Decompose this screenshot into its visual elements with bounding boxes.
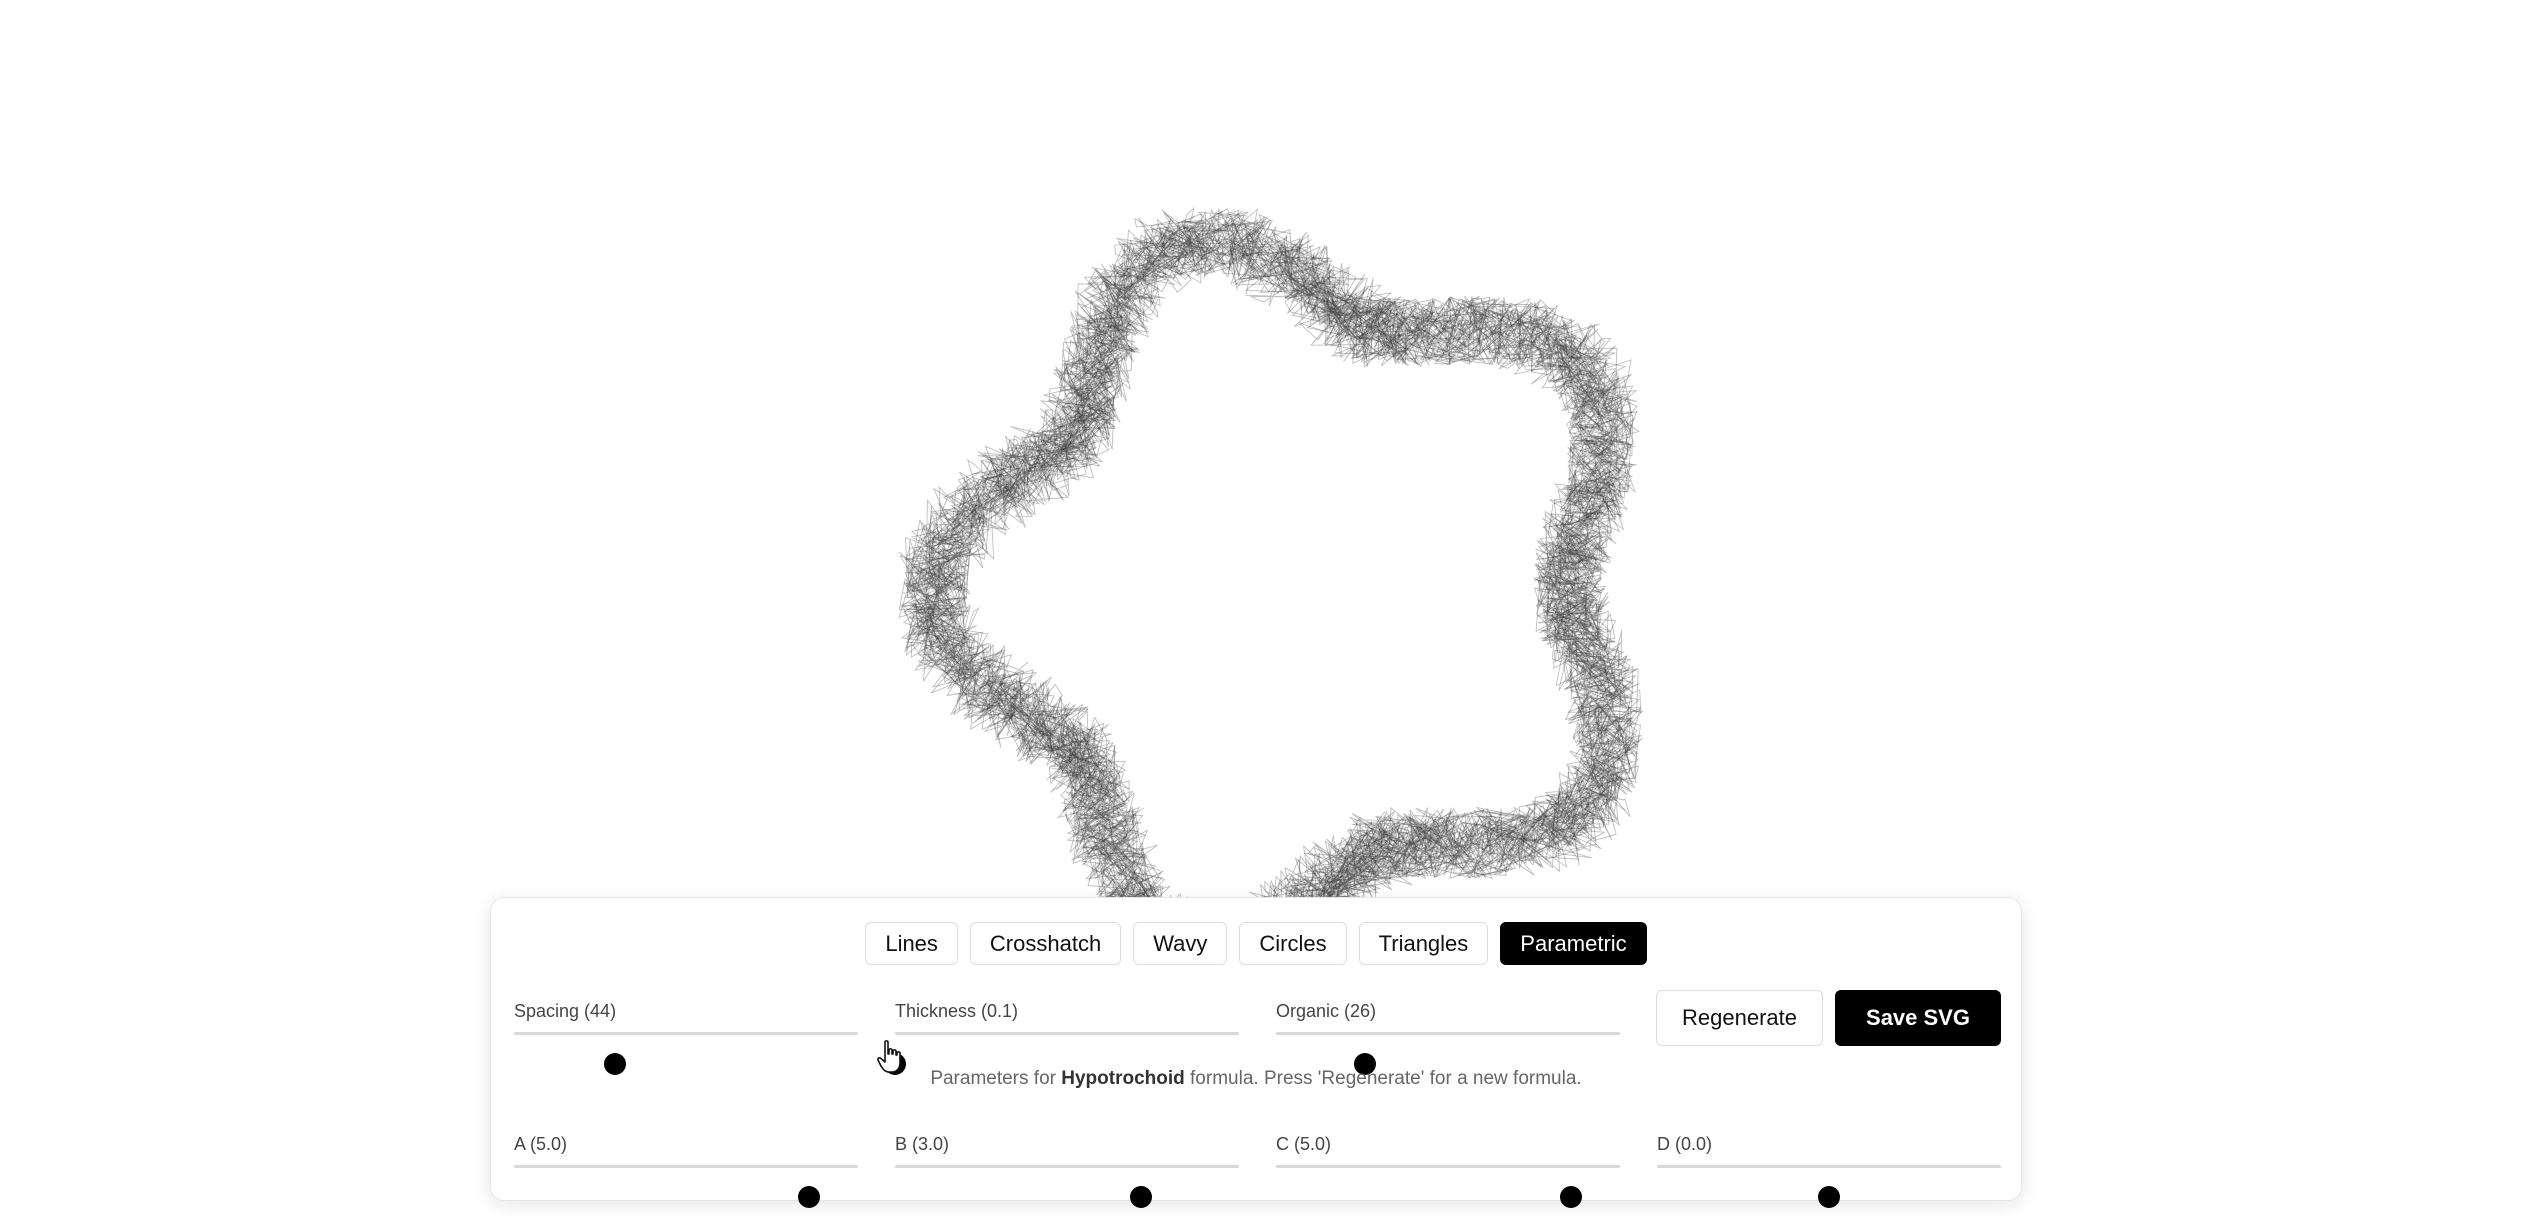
spacing-label: Spacing (44) bbox=[514, 1001, 617, 1021]
param-b-slider[interactable]: B (3.0) bbox=[895, 1134, 1239, 1208]
formula-hint: Parameters for Hypotrochoid formula. Pre… bbox=[491, 1068, 2021, 1090]
organic-label: Organic (26) bbox=[1276, 1001, 1377, 1021]
control-panel: Lines Crosshatch Wavy Circles Triangles … bbox=[490, 897, 2022, 1208]
thickness-track[interactable] bbox=[884, 1032, 1239, 1075]
save-svg-button[interactable]: Save SVG bbox=[1835, 990, 2001, 1046]
param-c-thumb[interactable] bbox=[1559, 1186, 1582, 1208]
hint-suffix: formula. Press 'Regenerate' for a new fo… bbox=[1184, 1068, 1582, 1089]
param-d-thumb[interactable] bbox=[1818, 1186, 1840, 1208]
tab-parametric[interactable]: Parametric bbox=[1500, 922, 1647, 965]
pattern-tabs: Lines Crosshatch Wavy Circles Triangles … bbox=[491, 922, 2021, 965]
param-c-track[interactable] bbox=[1276, 1165, 1620, 1208]
hand-pointer-icon bbox=[877, 1040, 901, 1073]
tab-triangles[interactable]: Triangles bbox=[1358, 922, 1489, 965]
param-a-thumb[interactable] bbox=[797, 1186, 820, 1208]
organic-slider[interactable]: Organic (26) bbox=[1276, 1001, 1620, 1075]
tab-crosshatch[interactable]: Crosshatch bbox=[969, 922, 1122, 965]
tab-lines[interactable]: Lines bbox=[865, 922, 958, 965]
formula-name: Hypotrochoid bbox=[1061, 1068, 1185, 1089]
param-d-track[interactable] bbox=[1657, 1165, 2001, 1208]
scribble-pattern bbox=[898, 206, 1644, 975]
tab-wavy[interactable]: Wavy bbox=[1133, 922, 1228, 965]
thickness-slider[interactable]: Thickness (0.1) bbox=[884, 1001, 1239, 1075]
param-b-track[interactable] bbox=[895, 1165, 1239, 1208]
hint-prefix: Parameters for bbox=[930, 1068, 1062, 1089]
param-d-slider[interactable]: D (0.0) bbox=[1657, 1134, 2001, 1208]
organic-track[interactable] bbox=[1276, 1032, 1620, 1075]
param-a-label: A (5.0) bbox=[514, 1134, 568, 1154]
param-d-label: D (0.0) bbox=[1657, 1134, 1713, 1154]
param-c-label: C (5.0) bbox=[1276, 1134, 1332, 1154]
param-a-slider[interactable]: A (5.0) bbox=[514, 1134, 858, 1208]
param-b-thumb[interactable] bbox=[1129, 1186, 1152, 1208]
param-b-label: B (3.0) bbox=[895, 1134, 950, 1154]
tab-circles[interactable]: Circles bbox=[1239, 922, 1347, 965]
spacing-track[interactable] bbox=[514, 1032, 858, 1075]
spacing-slider[interactable]: Spacing (44) bbox=[514, 1001, 858, 1075]
thickness-label: Thickness (0.1) bbox=[895, 1001, 1019, 1021]
param-c-slider[interactable]: C (5.0) bbox=[1276, 1134, 1620, 1208]
param-a-track[interactable] bbox=[514, 1165, 858, 1208]
regenerate-button[interactable]: Regenerate bbox=[1656, 990, 1823, 1046]
